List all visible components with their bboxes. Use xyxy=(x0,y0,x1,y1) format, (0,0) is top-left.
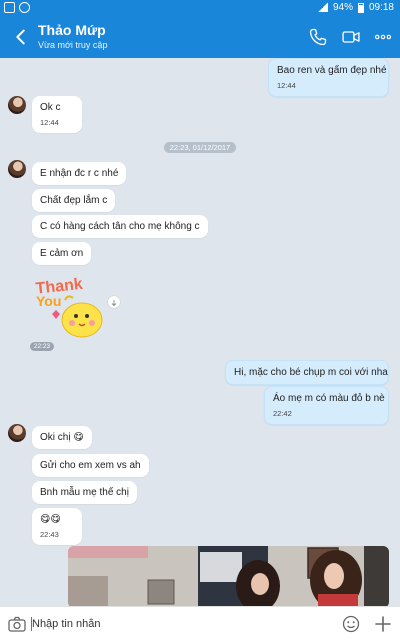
date-divider: 22:23, 01/12/2017 xyxy=(164,142,236,153)
contact-avatar[interactable] xyxy=(8,424,26,442)
clock: 09:18 xyxy=(368,2,394,13)
message-bubble-incoming[interactable]: Oki chị 😋 xyxy=(32,426,92,449)
video-call-icon[interactable] xyxy=(341,27,361,47)
message-time: 22:43 xyxy=(40,530,59,539)
message-bubble-incoming[interactable]: C có hàng cách tân cho mẹ không c xyxy=(32,215,208,238)
photo-message[interactable] xyxy=(68,546,389,606)
camera-icon[interactable] xyxy=(8,616,26,632)
chat-header: Thảo Mứp Vừa mới truy cập xyxy=(0,16,400,58)
message-bubble-outgoing[interactable]: Áo mẹ m có màu đỏ b nè 22:42 xyxy=(264,386,389,425)
message-text: C có hàng cách tân cho mẹ không c xyxy=(40,221,200,232)
message-text: Hi, mặc cho bé chụp m coi với nha xyxy=(234,367,388,378)
contact-avatar[interactable] xyxy=(8,160,26,178)
message-bubble-incoming[interactable]: 😋😋 22:43 xyxy=(32,508,82,545)
message-text: Chất đẹp lắm c xyxy=(40,195,108,206)
message-bubble-incoming[interactable]: Gửi cho em xem vs ah xyxy=(32,454,149,477)
message-bubble-incoming[interactable]: Chất đẹp lắm c xyxy=(32,189,116,212)
add-attachment-icon[interactable] xyxy=(374,615,392,633)
signal-icon xyxy=(317,3,328,12)
message-time: 22:42 xyxy=(273,409,292,418)
message-text: Ok c xyxy=(40,102,61,113)
phone-icon[interactable] xyxy=(308,27,328,47)
message-bubble-incoming[interactable]: Bnh mẫu mẹ thế chị xyxy=(32,481,137,504)
message-text: E nhận đc r c nhé xyxy=(40,168,119,179)
contact-status: Vừa mới truy cập xyxy=(38,40,108,50)
chat-thread[interactable]: Bao ren và gấm đẹp nhé 12:44 Ok c 12:44 … xyxy=(0,58,400,606)
emoji-icon[interactable] xyxy=(342,615,360,633)
message-bubble-incoming[interactable]: E nhận đc r c nhé xyxy=(32,162,127,185)
thank-you-sticker[interactable]: Thank You xyxy=(32,270,106,340)
sticker-time: 22:23 xyxy=(30,342,54,351)
message-time: 12:44 xyxy=(40,118,59,127)
svg-text:You: You xyxy=(36,293,61,309)
battery-icon xyxy=(357,2,364,13)
messenger-notification-icon xyxy=(4,2,15,13)
download-icon[interactable] xyxy=(108,296,120,308)
battery-percent: 94% xyxy=(332,2,353,13)
message-bubble-incoming[interactable]: E cảm ơn xyxy=(32,242,92,265)
message-text: Bao ren và gấm đẹp nhé xyxy=(277,65,387,76)
message-text: Gửi cho em xem vs ah xyxy=(40,460,141,471)
message-text: E cảm ơn xyxy=(40,248,84,259)
message-text: Áo mẹ m có màu đỏ b nè xyxy=(273,393,385,404)
message-text: 😋😋 xyxy=(40,514,61,525)
message-bubble-incoming[interactable]: Ok c 12:44 xyxy=(32,96,82,133)
back-arrow-icon[interactable] xyxy=(10,26,32,48)
message-input-bar xyxy=(0,606,400,640)
message-text: Bnh mẫu mẹ thế chị xyxy=(40,487,129,498)
message-text: Oki chị 😋 xyxy=(40,432,84,443)
contact-name[interactable]: Thảo Mứp xyxy=(38,22,106,38)
message-bubble-outgoing[interactable]: Hi, mặc cho bé chụp m coi với nha xyxy=(225,360,389,385)
message-bubble-outgoing[interactable]: Bao ren và gấm đẹp nhé 12:44 xyxy=(268,58,389,97)
chat-notification-icon xyxy=(19,2,30,13)
more-icon[interactable] xyxy=(373,27,393,47)
contact-avatar[interactable] xyxy=(8,96,26,114)
message-time: 12:44 xyxy=(277,81,296,90)
message-input[interactable] xyxy=(32,615,322,633)
status-bar: 94% 09:18 xyxy=(0,0,400,16)
